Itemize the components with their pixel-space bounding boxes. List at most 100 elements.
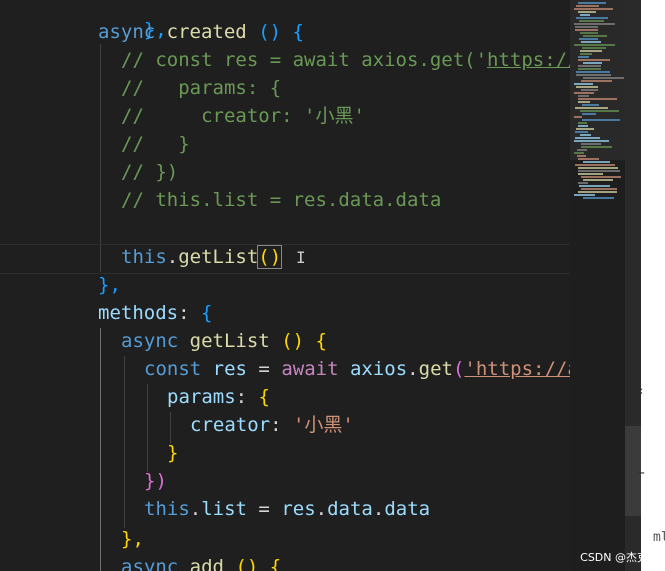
code-line: }, [121,525,144,553]
code-token: data [384,498,431,520]
code-token: () { [235,556,282,571]
code-line: // creator: '小黑' [121,102,365,130]
minimap-line [581,188,617,190]
minimap-line [579,38,598,40]
code-line: // params: { [121,74,281,102]
minimap-line [574,83,593,85]
indent-guide [147,384,148,472]
code-token: data [327,498,373,520]
minimap-line [578,173,603,175]
minimap-line [575,164,615,166]
minimap-line [578,170,620,172]
minimap-line [578,125,588,127]
code-token: res [212,358,247,380]
comment-text: // }) [121,161,179,183]
minimap-line [574,92,594,94]
indent-guide [124,356,125,528]
code-token: created [166,21,247,43]
comment-text: // creator: '小黑' [121,105,365,127]
indent-guide [100,328,101,571]
code-token: getList [189,330,270,352]
minimap-line [581,80,612,82]
minimap-line [583,77,624,79]
minimap-line [579,185,610,187]
minimap-line [578,59,610,61]
code-line: async getList () { [121,327,327,355]
code-line: // } [121,130,190,158]
code-token: { [258,386,270,408]
panel-partial-label: ml [653,530,665,545]
code-token: '小黑' [292,414,354,436]
minimap-line [575,131,588,133]
code-line: } [167,439,178,467]
code-token: } [167,442,179,464]
code-token: creator [190,414,271,436]
comment-text: // this.list = res.data.data [121,189,442,211]
minimap-line [578,122,587,124]
code-line: }) [144,467,167,495]
minimap-line [576,128,594,130]
minimap-line [574,116,582,118]
code-line: async add () { [121,553,281,571]
side-panel: ‹ − ml [625,0,665,571]
minimap-line [583,197,614,199]
code-line: params: { [167,386,270,408]
current-line-highlight [0,244,570,274]
code-token: axios [349,358,408,380]
minimap-line [574,44,615,46]
code-token: res [281,498,316,520]
code-line: methods: { [98,302,213,324]
minimap-line [576,71,610,73]
code-token: async [98,21,156,43]
code-line: }, [98,271,121,299]
code-editor[interactable]: }, async created () { // const res = awa… [0,0,570,571]
minimap-line [582,47,606,49]
minimap-line [582,104,599,106]
minimap-line [580,134,591,136]
code-line: const res = await axios.get('https://a [144,355,570,383]
code-token: }) [144,470,167,492]
minimap-line [574,23,615,25]
code-token: { [315,330,327,352]
chevron-left-icon[interactable]: ‹ [637,384,645,399]
minimap-line [575,29,598,31]
minimap-line [574,140,609,142]
comment-url[interactable]: https:// [487,49,570,71]
code-token: list [201,498,247,520]
minimap-line [581,146,612,148]
code-line: creator: '小黑' [190,414,354,436]
minimap-line [580,32,598,34]
minimap-line [583,35,607,37]
comment-text: // params: { [121,77,282,99]
code-token: methods [98,302,179,324]
minimap-line [580,50,602,52]
code-line: // this.list = res.data.data [121,186,441,214]
minimap[interactable] [570,0,625,571]
minus-icon[interactable]: − [637,466,645,481]
code-token: { [292,21,304,43]
code-token: () [281,330,305,352]
minimap-line [581,89,598,91]
minimap-line [574,152,584,154]
code-token: await [281,358,339,380]
minimap-line [580,14,590,16]
minimap-line [582,119,620,121]
code-line: // const res = await axios.get('https:// [121,46,570,74]
code-line: // }) [121,158,178,186]
minimap-line [580,110,619,112]
code-token: this [121,246,167,268]
minimap-line [583,62,602,64]
minimap-line [578,167,618,169]
minimap-line [576,5,599,7]
minimap-line [583,161,610,163]
minimap-line [578,101,590,103]
minimap-line [578,68,601,70]
minimap-line [574,194,595,196]
minimap-line [575,107,608,109]
code-token: getList [178,246,259,268]
minimap-line [578,191,617,193]
bracket-match: () [257,245,283,269]
minimap-line [578,98,617,100]
string-url[interactable]: 'https://a [464,358,570,380]
minimap-line [578,158,599,160]
